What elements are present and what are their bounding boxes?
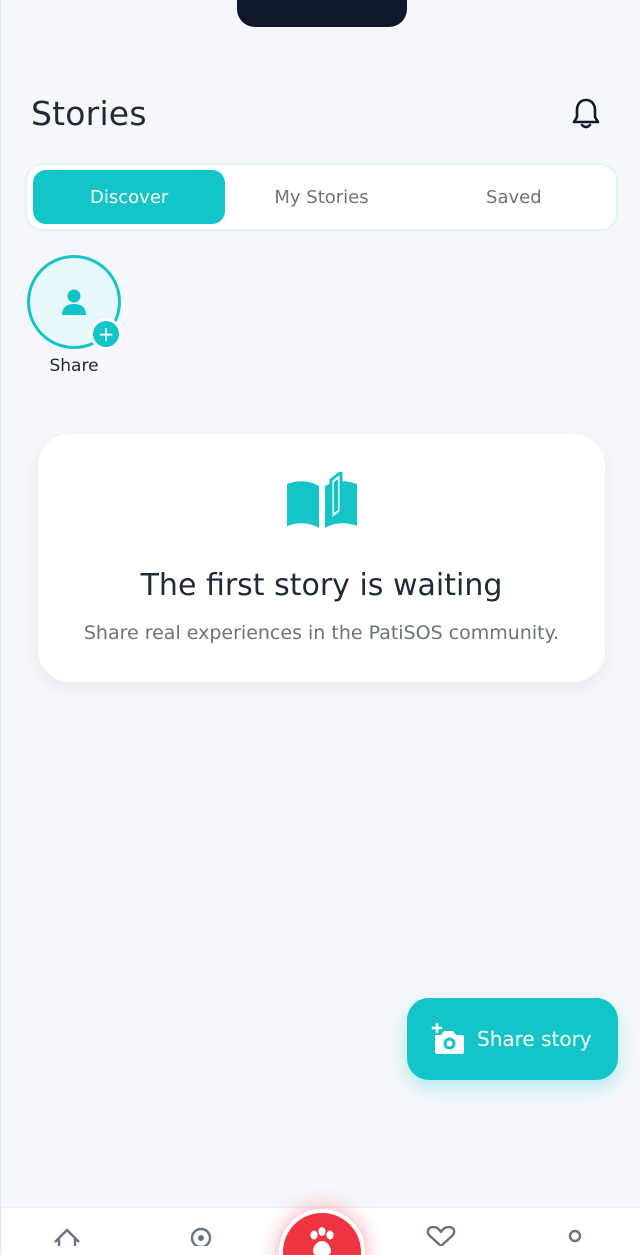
- empty-state-subtitle: Share real experiences in the PatiSOS co…: [83, 622, 560, 644]
- user-icon: [62, 289, 86, 315]
- nav-home[interactable]: [47, 1226, 87, 1255]
- location-pin-icon: [190, 1227, 212, 1246]
- tab-saved[interactable]: Saved: [418, 170, 610, 224]
- stories-tab-bar: Discover My Stories Saved: [25, 163, 618, 231]
- share-story-label: Share: [49, 356, 99, 376]
- share-story-label: Share story: [477, 1027, 592, 1051]
- home-icon: [54, 1228, 80, 1246]
- nav-map[interactable]: [181, 1226, 221, 1255]
- notifications-button[interactable]: [567, 94, 605, 134]
- nav-profile[interactable]: [555, 1226, 595, 1255]
- empty-state-title: The first story is waiting: [140, 568, 503, 603]
- plus-icon: +: [97, 322, 115, 346]
- tab-my-stories[interactable]: My Stories: [225, 170, 417, 224]
- profile-icon: [568, 1229, 582, 1243]
- open-book-icon: [287, 472, 357, 528]
- page-title: Stories: [31, 94, 147, 133]
- stories-screen: Stories Discover My Stories Saved + Shar…: [0, 0, 640, 1255]
- paw-icon: [310, 1227, 334, 1255]
- add-photo-icon: [431, 1023, 464, 1054]
- empty-state-card: The first story is waiting Share real ex…: [38, 434, 605, 682]
- tab-discover[interactable]: Discover: [33, 170, 226, 224]
- add-story-badge[interactable]: +: [90, 318, 122, 350]
- bell-icon: [572, 98, 600, 129]
- device-notch: [237, 0, 407, 27]
- heart-icon: [426, 1226, 456, 1246]
- nav-favorites[interactable]: [421, 1226, 461, 1255]
- share-story-button[interactable]: Share story: [407, 998, 618, 1080]
